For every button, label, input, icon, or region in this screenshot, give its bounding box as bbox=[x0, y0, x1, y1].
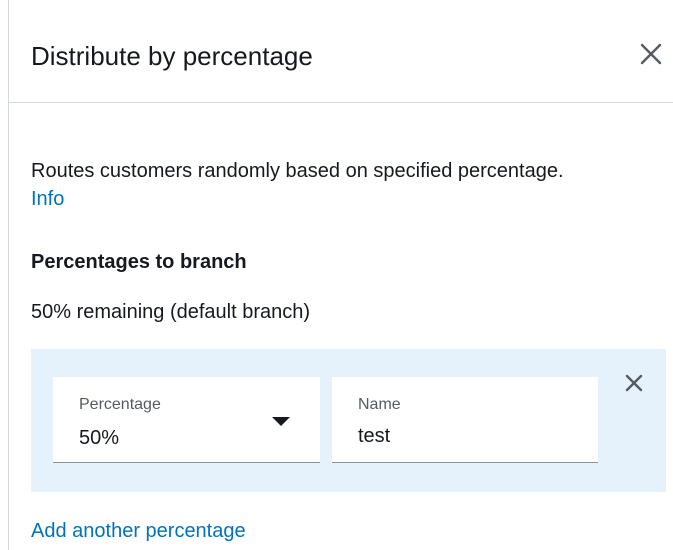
panel-title: Distribute by percentage bbox=[31, 41, 313, 71]
percentage-select[interactable]: Percentage 50% bbox=[53, 377, 320, 463]
percentage-value: 50% bbox=[79, 427, 120, 449]
name-field[interactable]: Name bbox=[332, 377, 598, 463]
name-input[interactable] bbox=[358, 424, 578, 448]
info-link[interactable]: Info bbox=[31, 188, 64, 210]
close-icon[interactable] bbox=[624, 373, 644, 393]
branch-row: Percentage 50% Name bbox=[31, 349, 666, 492]
add-percentage-link[interactable]: Add another percentage bbox=[31, 517, 246, 545]
panel-description: Routes customers randomly based on speci… bbox=[31, 157, 661, 213]
remaining-text: 50% remaining (default branch) bbox=[31, 301, 311, 323]
section-heading: Percentages to branch bbox=[31, 251, 247, 273]
caret-down-icon[interactable] bbox=[272, 417, 290, 426]
panel-header: Distribute by percentage bbox=[9, 0, 673, 103]
close-icon[interactable] bbox=[639, 42, 663, 66]
description-text: Routes customers randomly based on speci… bbox=[31, 160, 564, 182]
percentage-label: Percentage bbox=[79, 396, 161, 413]
side-panel: Distribute by percentage Routes customer… bbox=[8, 0, 673, 550]
name-label: Name bbox=[358, 396, 401, 413]
